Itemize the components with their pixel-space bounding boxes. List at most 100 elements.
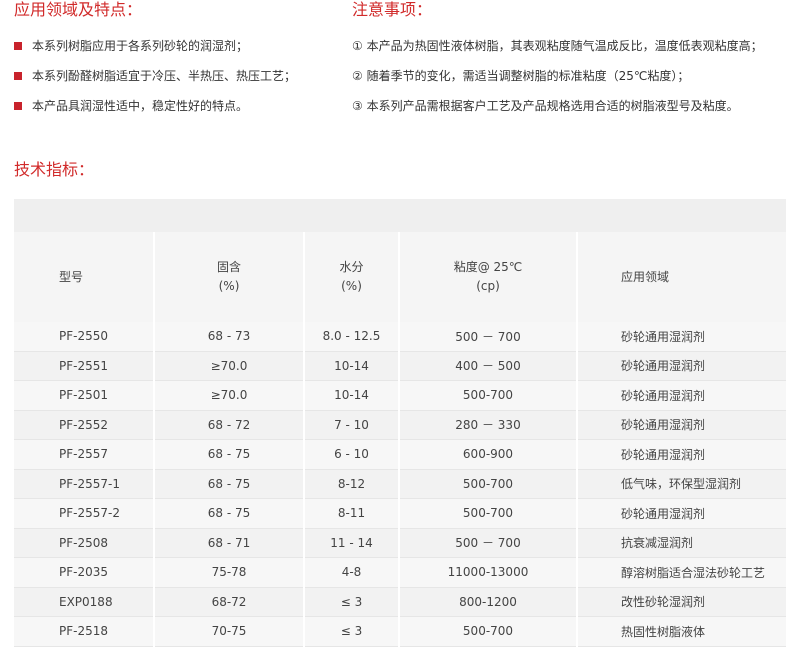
cell-application: 砂轮通用湿润剂 <box>577 498 786 529</box>
cell-viscosity: 400 － 500 <box>399 351 578 381</box>
cell-application: 砂轮通用湿润剂 <box>577 351 786 381</box>
cell-application: 低气味，环保型湿润剂 <box>577 469 786 499</box>
cell-application: 热固性树脂液体 <box>577 616 786 647</box>
application-section-title: 应用领域及特点： <box>14 0 143 19</box>
cell-viscosity: 280 － 330 <box>399 410 578 440</box>
table-row: PF-2518 70-75 ≤ 3 500-700 热固性树脂液体 <box>14 616 786 647</box>
header-model-label: 型号 <box>59 269 84 284</box>
cell-viscosity: 500-700 <box>399 498 578 529</box>
feature-text: 本系列酚醛树脂适宜于冷压、半热压、热压工艺； <box>32 69 297 83</box>
cell-model: PF-2501 <box>14 380 155 411</box>
cell-model: PF-2557-1 <box>14 469 155 499</box>
cell-solid: 68 - 73 <box>154 322 305 352</box>
cell-model: PF-2035 <box>14 557 155 588</box>
cell-application: 砂轮通用湿润剂 <box>577 410 786 440</box>
cell-water: 8-12 <box>304 469 400 499</box>
table-row: PF-2557-2 68 - 75 8-11 500-700 砂轮通用湿润剂 <box>14 498 786 529</box>
table-row: PF-2557 68 - 75 6 - 10 600-900 砂轮通用湿润剂 <box>14 439 786 470</box>
cell-water: 7 - 10 <box>304 410 400 440</box>
table-row: PF-2035 75-78 4-8 11000-13000 醇溶树脂适合湿法砂轮… <box>14 557 786 588</box>
cell-solid: 68 - 72 <box>154 410 305 440</box>
header-application: 应用领域 <box>577 232 786 322</box>
header-solid-label: 固含 <box>216 260 241 274</box>
square-bullet-icon <box>14 72 22 80</box>
cell-model: PF-2551 <box>14 351 155 381</box>
header-water: 水分 (%) <box>304 232 400 322</box>
cell-viscosity: 500-700 <box>399 469 578 499</box>
cell-solid: ≥70.0 <box>154 351 305 381</box>
cell-model: PF-2550 <box>14 322 155 352</box>
list-item: 本系列酚醛树脂适宜于冷压、半热压、热压工艺； <box>14 66 344 96</box>
cell-water: ≤ 3 <box>304 616 400 647</box>
cell-water: 8-11 <box>304 498 400 529</box>
table-row: PF-2550 68 - 73 8.0 - 12.5 500 － 700 砂轮通… <box>14 322 786 352</box>
table-row: PF-2552 68 - 72 7 - 10 280 － 330 砂轮通用湿润剂 <box>14 410 786 440</box>
header-model: 型号 <box>14 232 155 322</box>
cell-solid: 68 - 75 <box>154 498 305 529</box>
cell-application: 抗衰减湿润剂 <box>577 528 786 558</box>
cell-viscosity: 500 － 700 <box>399 528 578 558</box>
list-item: ② 随着季节的变化，需适当调整树脂的标准粘度（25℃粘度）； <box>352 69 690 83</box>
cell-viscosity: 600-900 <box>399 439 578 470</box>
cell-model: PF-2508 <box>14 528 155 558</box>
header-water-label: 水分 <box>339 260 364 274</box>
table-row: PF-2501 ≥70.0 10-14 500-700 砂轮通用湿润剂 <box>14 380 786 411</box>
header-solid-unit: (%) <box>218 279 240 293</box>
cell-model: PF-2557 <box>14 439 155 470</box>
cell-solid: 68 - 71 <box>154 528 305 558</box>
cell-application: 砂轮通用湿润剂 <box>577 380 786 411</box>
cell-water: 8.0 - 12.5 <box>304 322 400 352</box>
square-bullet-icon <box>14 102 22 110</box>
notes-section-title: 注意事项： <box>352 0 433 19</box>
cell-solid: 75-78 <box>154 557 305 588</box>
table-header-row: 型号 固含 (%) 水分 (%) 粘度@ 25℃ (cp) 应用领域 <box>14 232 786 322</box>
feature-text: 本系列树脂应用于各系列砂轮的润湿剂； <box>32 39 249 53</box>
header-viscosity: 粘度@ 25℃ (cp) <box>399 232 578 322</box>
cell-solid: ≥70.0 <box>154 380 305 411</box>
header-application-label: 应用领域 <box>621 269 670 284</box>
cell-application: 醇溶树脂适合湿法砂轮工艺 <box>577 557 786 588</box>
table-row: PF-2557-1 68 - 75 8-12 500-700 低气味，环保型湿润… <box>14 469 786 499</box>
cell-solid: 68 - 75 <box>154 439 305 470</box>
notes-list: ① 本产品为热固性液体树脂，其表观粘度随气温成反比，温度低表观粘度高； ② 随着… <box>352 36 798 126</box>
cell-water: ≤ 3 <box>304 587 400 617</box>
cell-application: 砂轮通用湿润剂 <box>577 439 786 470</box>
spec-table: 型号 固含 (%) 水分 (%) 粘度@ 25℃ (cp) 应用领域 PF-2550 … <box>14 232 786 647</box>
features-list: 本系列树脂应用于各系列砂轮的润湿剂； 本系列酚醛树脂适宜于冷压、半热压、热压工艺… <box>14 36 344 126</box>
square-bullet-icon <box>14 42 22 50</box>
cell-model: PF-2557-2 <box>14 498 155 529</box>
cell-model: PF-2552 <box>14 410 155 440</box>
spec-table-container: 型号 固含 (%) 水分 (%) 粘度@ 25℃ (cp) 应用领域 PF-2550 … <box>14 199 786 650</box>
cell-viscosity: 500 － 700 <box>399 322 578 352</box>
list-item: ① 本产品为热固性液体树脂，其表观粘度随气温成反比，温度低表观粘度高； <box>352 39 763 53</box>
list-item: 本系列树脂应用于各系列砂轮的润湿剂； <box>14 36 344 66</box>
cell-water: 6 - 10 <box>304 439 400 470</box>
header-water-unit: (%) <box>341 279 362 293</box>
cell-water: 4-8 <box>304 557 400 588</box>
table-row: EXP0188 68-72 ≤ 3 800-1200 改性砂轮湿润剂 <box>14 587 786 617</box>
table-row: PF-2551 ≥70.0 10-14 400 － 500 砂轮通用湿润剂 <box>14 351 786 381</box>
cell-water: 11 - 14 <box>304 528 400 558</box>
header-solid: 固含 (%) <box>154 232 305 322</box>
table-top-band <box>14 199 786 232</box>
cell-solid: 70-75 <box>154 616 305 647</box>
cell-viscosity: 500-700 <box>399 380 578 411</box>
cell-viscosity: 11000-13000 <box>399 557 578 588</box>
list-item: ③ 本系列产品需根据客户工艺及产品规格选用合适的树脂液型号及粘度。 <box>352 99 739 113</box>
cell-application: 改性砂轮湿润剂 <box>577 587 786 617</box>
cell-model: PF-2518 <box>14 616 155 647</box>
feature-text: 本产品具润湿性适中，稳定性好的特点。 <box>32 99 249 113</box>
cell-water: 10-14 <box>304 380 400 411</box>
header-viscosity-label: 粘度@ 25℃ <box>453 260 523 274</box>
cell-water: 10-14 <box>304 351 400 381</box>
spec-section-title: 技术指标： <box>14 160 95 179</box>
cell-application: 砂轮通用湿润剂 <box>577 322 786 352</box>
cell-model: EXP0188 <box>14 587 155 617</box>
cell-viscosity: 500-700 <box>399 616 578 647</box>
cell-solid: 68-72 <box>154 587 305 617</box>
cell-solid: 68 - 75 <box>154 469 305 499</box>
table-row: PF-2508 68 - 71 11 - 14 500 － 700 抗衰减湿润剂 <box>14 528 786 558</box>
list-item: 本产品具润湿性适中，稳定性好的特点。 <box>14 96 344 126</box>
header-viscosity-unit: (cp) <box>476 279 500 293</box>
cell-viscosity: 800-1200 <box>399 587 578 617</box>
